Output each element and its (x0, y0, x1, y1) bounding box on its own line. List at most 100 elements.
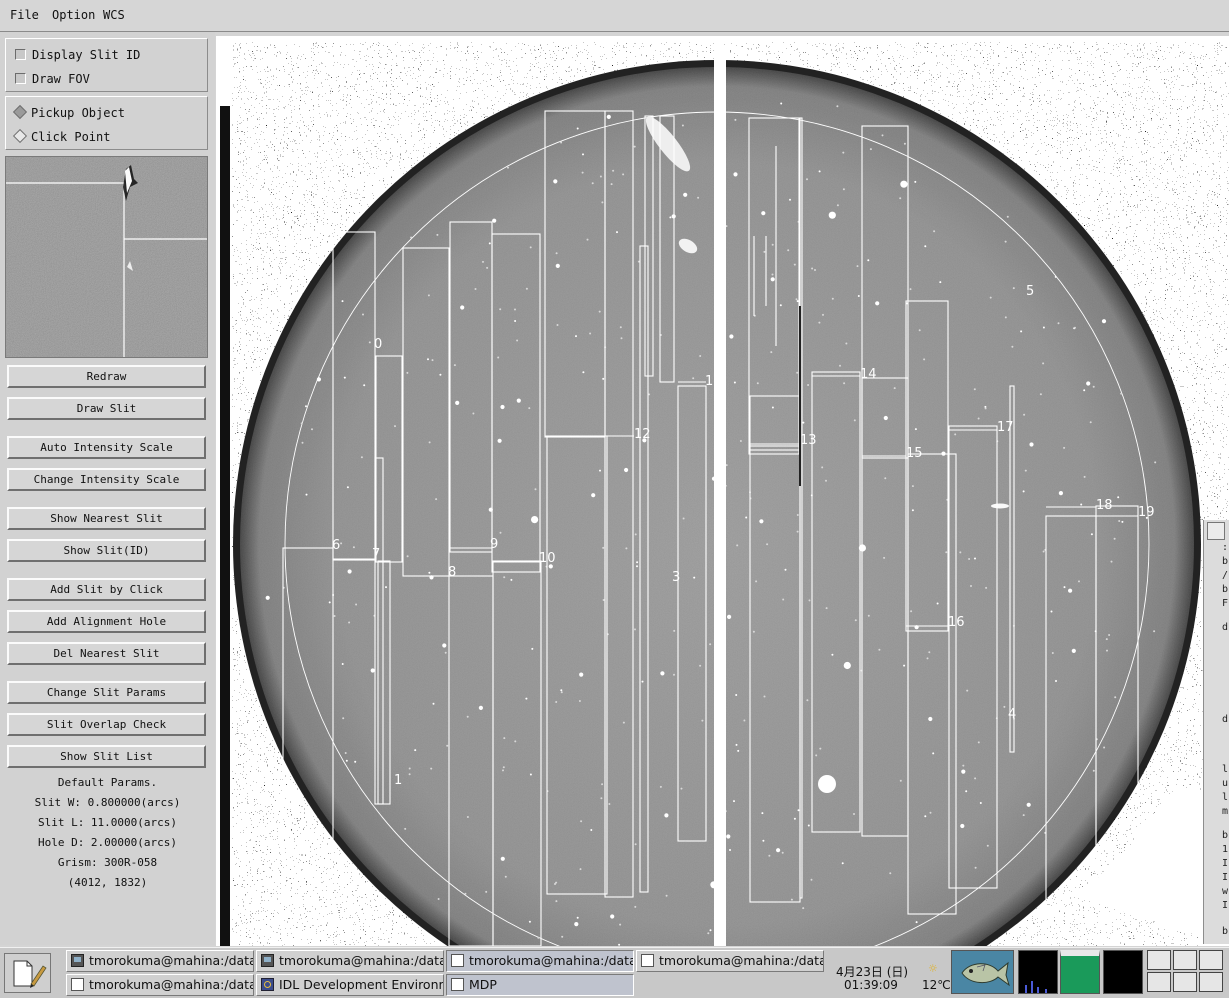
star (460, 305, 465, 310)
auto-intensity-scale-button[interactable]: Auto Intensity Scale (7, 436, 206, 459)
star (606, 114, 611, 119)
clock[interactable]: 4月23日 (日) 01:39:09 ☼ 12℃ (828, 952, 951, 994)
text-fragment: F (1222, 598, 1229, 609)
zoom-preview-image (6, 157, 207, 357)
star (311, 428, 313, 431)
star (499, 308, 502, 311)
taskbar-window-terminal-2[interactable]: tmorokuma@mahina:/data3/ (256, 950, 444, 972)
taskbar-window-terminal-5[interactable]: tmorokuma@mahina:/data3/ (66, 974, 254, 996)
star (839, 364, 841, 367)
star (555, 263, 560, 268)
star (968, 558, 971, 560)
star (1011, 345, 1014, 348)
menu-wcs[interactable]: WCS (103, 8, 125, 22)
star (492, 218, 497, 223)
star (525, 287, 528, 290)
star (1071, 648, 1076, 654)
star (346, 486, 349, 489)
star (1101, 319, 1107, 324)
star (408, 767, 411, 770)
star (793, 817, 796, 820)
taskbar-window-terminal-4[interactable]: tmorokuma@mahina:/data3/ (636, 950, 824, 972)
add-alignment-hole-button[interactable]: Add Alignment Hole (7, 610, 206, 633)
star (831, 653, 834, 656)
star (446, 744, 449, 747)
image-display[interactable]: 0 1 12 13 14 15 5 17 18 19 6 7 8 9 10 3 … (216, 36, 1229, 946)
show-nearest-slit-button[interactable]: Show Nearest Slit (7, 507, 206, 530)
pickup-object-radio[interactable]: Pickup Object (12, 104, 125, 120)
checkbox-icon[interactable] (15, 49, 26, 60)
star (514, 320, 517, 322)
star (608, 803, 611, 805)
taskbar-window-label: tmorokuma@mahina:/data3/ (89, 977, 254, 992)
star (790, 898, 793, 901)
star (796, 514, 799, 516)
star (556, 324, 559, 326)
text-fragment: d (1222, 622, 1229, 633)
display-slit-id-checkbox[interactable]: Display Slit ID (15, 48, 140, 62)
star (531, 647, 534, 650)
show-slit-id-button[interactable]: Show Slit(ID) (7, 539, 206, 562)
star (973, 388, 976, 391)
star (634, 905, 637, 908)
star (341, 300, 344, 303)
pickup-object-label: Pickup Object (31, 106, 125, 120)
add-slit-by-click-button[interactable]: Add Slit by Click (7, 578, 206, 601)
star (1089, 421, 1092, 424)
background-window-scrollbar[interactable]: : b / b F d d l u l m b 1 I I w I b (1203, 520, 1229, 944)
taskbar-window-terminal-3[interactable]: tmorokuma@mahina:/data3/ (446, 950, 634, 972)
taskbar-window-terminal-1[interactable]: tmorokuma@mahina:/data3/ (66, 950, 254, 972)
bright-star (818, 775, 836, 793)
star (341, 663, 344, 665)
sky-image[interactable]: 0 1 12 13 14 15 5 17 18 19 6 7 8 9 10 3 … (216, 36, 1229, 946)
star (410, 236, 413, 239)
star (1063, 586, 1066, 589)
show-slit-list-button[interactable]: Show Slit List (7, 745, 206, 768)
workspace-6[interactable] (1199, 972, 1223, 992)
workspace-2[interactable] (1173, 950, 1197, 970)
star (428, 441, 431, 444)
workspace-1[interactable] (1147, 950, 1171, 970)
star (368, 341, 371, 344)
taskbar-window-mdp[interactable]: MDP (446, 974, 634, 996)
star (867, 259, 870, 262)
workspace-3[interactable] (1199, 950, 1223, 970)
change-intensity-scale-button[interactable]: Change Intensity Scale (7, 468, 206, 491)
draw-fov-checkbox[interactable]: Draw FOV (15, 72, 90, 86)
cursor-position-readout: (4012, 1832) (67, 876, 148, 889)
taskbar-window-idl[interactable]: IDL Development Environme (256, 974, 444, 996)
del-nearest-slit-button[interactable]: Del Nearest Slit (7, 642, 206, 665)
star (370, 668, 375, 673)
start-menu-button[interactable] (4, 953, 51, 993)
star (970, 585, 972, 587)
workspace-4[interactable] (1147, 972, 1171, 992)
slit-overlap-check-button[interactable]: Slit Overlap Check (7, 713, 206, 736)
click-point-radio[interactable]: Click Point (12, 128, 110, 144)
radio-selected-icon[interactable] (12, 104, 28, 120)
star (1042, 362, 1045, 365)
taskbar-window-label: tmorokuma@mahina:/data3/ (469, 953, 634, 968)
star (977, 741, 980, 744)
star (514, 308, 516, 311)
star (836, 105, 839, 108)
star (516, 339, 519, 342)
menu-option[interactable]: Option (52, 8, 95, 22)
change-slit-params-button[interactable]: Change Slit Params (7, 681, 206, 704)
star (889, 872, 892, 875)
fish-applet[interactable] (951, 950, 1014, 994)
draw-slit-button[interactable]: Draw Slit (7, 397, 206, 420)
star (466, 816, 469, 818)
star (856, 265, 859, 268)
draw-fov-label: Draw FOV (32, 72, 90, 86)
star (474, 288, 477, 290)
workspace-5[interactable] (1173, 972, 1197, 992)
radio-icon[interactable] (12, 128, 28, 144)
checkbox-icon[interactable] (15, 73, 26, 84)
taskbar-window-label: IDL Development Environme (279, 977, 444, 992)
star (619, 326, 622, 329)
workspace-pager[interactable] (1147, 950, 1229, 994)
page-icon (641, 954, 654, 967)
scrollbar-thumb[interactable] (1207, 522, 1225, 540)
redraw-button[interactable]: Redraw (7, 365, 206, 388)
menu-file[interactable]: File (10, 8, 39, 22)
